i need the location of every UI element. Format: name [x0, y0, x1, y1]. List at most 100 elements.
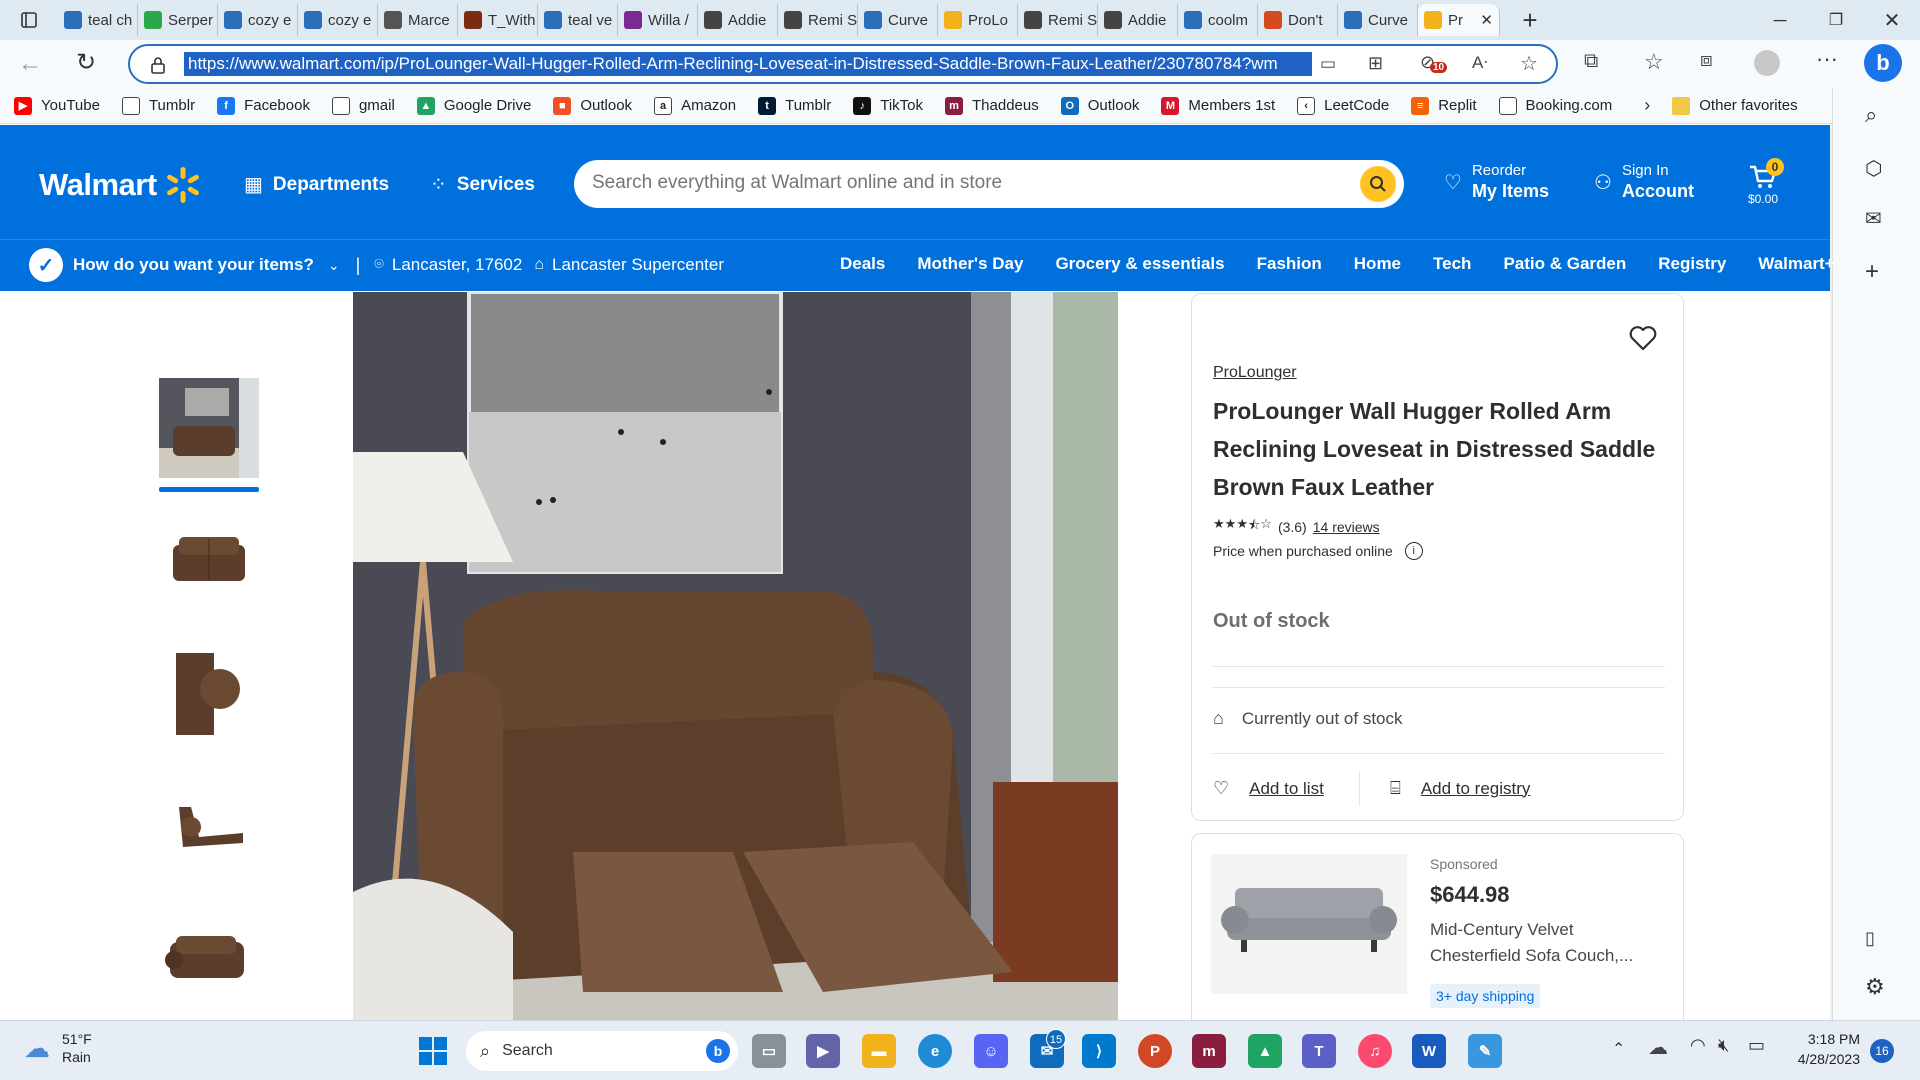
extensions-icon[interactable]: ⧉ [1584, 50, 1598, 73]
location-text[interactable]: Lancaster, 17602 [392, 255, 522, 275]
browser-tab[interactable]: Remi S [778, 4, 858, 36]
cart-button[interactable]: 0 $0.00 [1746, 158, 1796, 208]
nav-link[interactable]: Patio & Garden [1503, 254, 1626, 274]
shopping-icon[interactable]: ⬡ [1865, 156, 1882, 181]
teams-chat-icon[interactable]: ▶ [806, 1034, 840, 1068]
favorite-item[interactable]: Tumblr [121, 96, 195, 115]
file-explorer-icon[interactable]: ▬ [862, 1034, 896, 1068]
thumbnail-4[interactable] [159, 777, 259, 877]
nav-link[interactable]: Walmart+ [1758, 254, 1834, 274]
nav-link[interactable]: Registry [1658, 254, 1726, 274]
taskbar-search[interactable]: ⌕ Search b [466, 1031, 738, 1071]
thumbnail-1[interactable] [159, 378, 259, 478]
favorite-item[interactable]: ♪ TikTok [853, 96, 923, 115]
new-tab-button[interactable]: + [1510, 4, 1550, 36]
favorite-item[interactable]: t Tumblr [758, 96, 831, 115]
collections-icon[interactable]: ⧈ [1700, 49, 1713, 72]
browser-tab[interactable]: teal ch [58, 4, 138, 36]
start-button[interactable] [416, 1034, 450, 1068]
refresh-button[interactable]: ↻ [76, 48, 96, 77]
thumbnail-2[interactable] [159, 511, 259, 611]
add-favorite-icon[interactable]: ☆ [1520, 51, 1538, 76]
itunes-icon[interactable]: ♫ [1358, 1034, 1392, 1068]
browser-tab[interactable]: Don't [1258, 4, 1338, 36]
sign-in-account[interactable]: ⚇ Sign In Account [1594, 162, 1694, 202]
teams-icon[interactable]: T [1302, 1034, 1336, 1068]
browser-tab[interactable]: cozy e [298, 4, 378, 36]
paint-icon[interactable]: ✎ [1468, 1034, 1502, 1068]
restore-button[interactable]: ❐ [1808, 10, 1864, 30]
nav-link[interactable]: Fashion [1257, 254, 1322, 274]
google-drive-icon[interactable]: ▲ [1248, 1034, 1282, 1068]
thaddeus-app-icon[interactable]: m [1192, 1034, 1226, 1068]
minimize-button[interactable]: ─ [1752, 10, 1808, 31]
favorite-item[interactable]: m Thaddeus [945, 96, 1039, 115]
hide-sidebar-icon[interactable]: ▯ [1865, 928, 1875, 949]
browser-tab[interactable]: cozy e [218, 4, 298, 36]
add-to-list-button[interactable]: ♡ Add to list [1213, 778, 1324, 799]
url-text[interactable]: https://www.walmart.com/ip/ProLounger-Wa… [184, 52, 1312, 76]
reader-view-icon[interactable]: ▭ [1320, 54, 1336, 74]
page-scrollbar[interactable] [1830, 128, 1832, 1020]
walmart-logo[interactable]: Walmart [39, 165, 203, 205]
vscode-icon[interactable]: ⟩ [1082, 1034, 1116, 1068]
departments-button[interactable]: ▦ Departments [244, 172, 389, 197]
delivery-selector[interactable]: ✓ How do you want your items? ⌄ | ⌾ Lanc… [29, 248, 724, 282]
browser-tab[interactable]: ProLo [938, 4, 1018, 36]
weather-widget[interactable]: ☁ 51°F Rain [24, 1031, 92, 1065]
apps-icon[interactable]: ⊞ [1368, 53, 1383, 74]
address-bar[interactable]: https://www.walmart.com/ip/ProLounger-Wa… [128, 44, 1558, 84]
onedrive-icon[interactable]: ☁ [1648, 1035, 1668, 1060]
notification-badge[interactable]: 16 [1870, 1039, 1894, 1063]
sponsored-product-image[interactable] [1211, 854, 1407, 994]
word-icon[interactable]: W [1412, 1034, 1446, 1068]
browser-tab[interactable]: T_With [458, 4, 538, 36]
nav-link[interactable]: Tech [1433, 254, 1471, 274]
browser-tab[interactable]: teal ve [538, 4, 618, 36]
tab-actions-button[interactable] [0, 4, 58, 36]
nav-link[interactable]: Grocery & essentials [1055, 254, 1224, 274]
browser-tab[interactable]: Addie [698, 4, 778, 36]
reviews-link[interactable]: 14 reviews [1313, 519, 1380, 535]
browser-tab[interactable]: Marce [378, 4, 458, 36]
read-aloud-icon[interactable]: Aᐧ [1472, 53, 1488, 73]
search-icon[interactable]: ⌕ [1865, 102, 1877, 128]
favorite-item[interactable]: Booking.com [1498, 96, 1612, 115]
volume-muted-icon[interactable]: 🔇︎ [1718, 1035, 1729, 1056]
main-product-image[interactable] [353, 292, 1118, 1020]
favorite-item[interactable]: ≡ Replit [1411, 96, 1477, 115]
sponsored-name-line1[interactable]: Mid-Century Velvet [1430, 920, 1574, 940]
back-button[interactable]: ← [18, 50, 42, 78]
favorite-item[interactable]: gmail [331, 96, 395, 115]
clock[interactable]: 3:18 PM 4/28/2023 [1784, 1031, 1860, 1067]
other-favorites[interactable]: Other favorites [1672, 96, 1798, 115]
settings-more-icon[interactable]: ··· [1816, 46, 1838, 72]
wifi-icon[interactable]: ◠ [1690, 1035, 1706, 1056]
close-window-button[interactable]: ✕ [1864, 8, 1920, 33]
nav-link[interactable]: Home [1354, 254, 1401, 274]
reorder-my-items[interactable]: ♡ Reorder My Items [1444, 162, 1549, 202]
nav-link[interactable]: Mother's Day [917, 254, 1023, 274]
favorite-item[interactable]: ‹ LeetCode [1297, 96, 1389, 115]
search-submit-button[interactable] [1360, 166, 1396, 202]
browser-tab[interactable]: Willa / [618, 4, 698, 36]
services-button[interactable]: ⁘ Services [430, 172, 535, 197]
search-input[interactable] [592, 172, 1332, 194]
browser-tab[interactable]: coolm [1178, 4, 1258, 36]
favorite-item[interactable]: ■ Outlook [553, 96, 632, 115]
bing-copilot-icon[interactable]: b [1864, 44, 1902, 82]
browser-tab[interactable]: Addie [1098, 4, 1178, 36]
sponsored-name-line2[interactable]: Chesterfield Sofa Couch,... [1430, 946, 1633, 966]
outlook-icon[interactable]: ✉ [1865, 206, 1882, 231]
favorite-heart-button[interactable] [1628, 324, 1658, 357]
browser-tab[interactable]: Remi S [1018, 4, 1098, 36]
browser-tab[interactable]: Curve [858, 4, 938, 36]
thumbnail-3[interactable] [159, 644, 259, 744]
browser-tab[interactable]: Serper [138, 4, 218, 36]
favorites-icon[interactable]: ☆ [1644, 49, 1664, 75]
powerpoint-icon[interactable]: P [1138, 1034, 1172, 1068]
info-icon[interactable]: i [1404, 542, 1423, 560]
discord-icon[interactable]: ☺ [974, 1034, 1008, 1068]
profile-avatar[interactable] [1754, 50, 1780, 76]
browser-tab[interactable]: Pr ✕ [1418, 4, 1500, 36]
